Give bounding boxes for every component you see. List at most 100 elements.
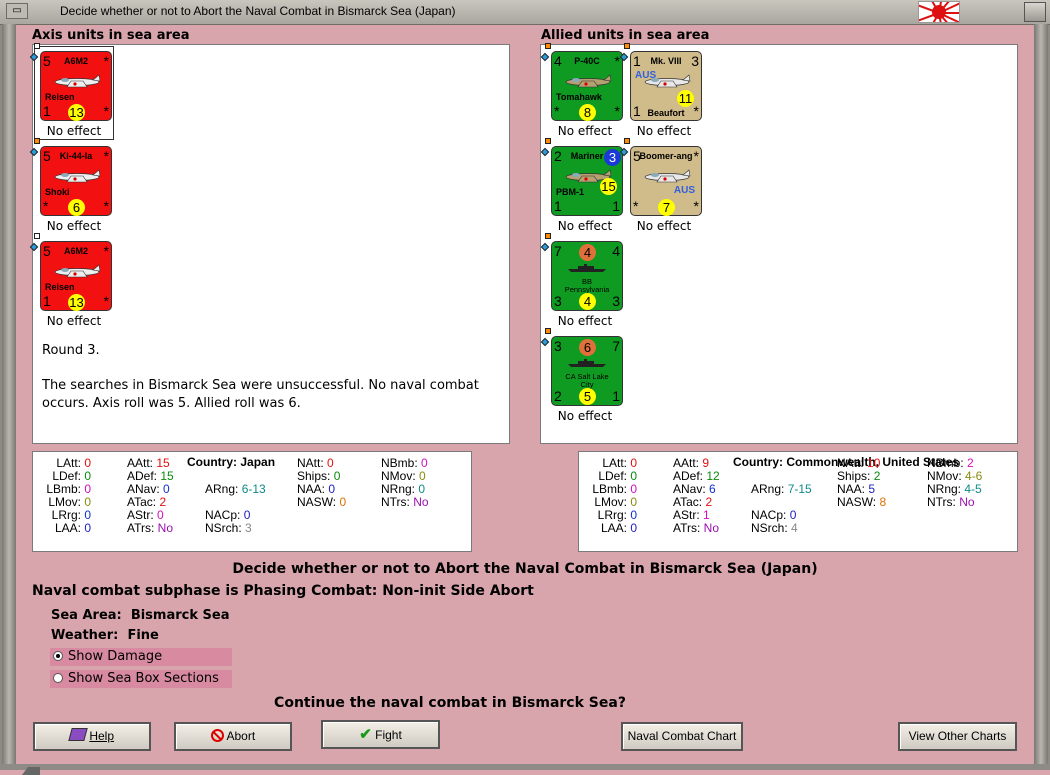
help-button[interactable]: Help	[33, 722, 151, 751]
unit-bottom-left-value: 3	[554, 293, 562, 309]
stat-value: 5	[868, 482, 876, 496]
view-other-charts-button[interactable]: View Other Charts	[898, 722, 1017, 751]
unit-bottom-left-value: 1	[43, 103, 51, 119]
stat-label: NMov:	[381, 469, 416, 483]
unit-bottom-right-value: *	[103, 103, 109, 119]
stat-label: LRrg:	[51, 508, 81, 522]
stat-item: AAtt: 9	[673, 456, 709, 470]
diamond-indicator-icon	[540, 242, 550, 252]
unit-counter[interactable]: 4 * * * P-40C Tomahawk 8 No effect	[540, 43, 625, 138]
unit-counter[interactable]: 7 4 3 3 BB Pennsylvania 4 4 No effect	[540, 233, 625, 328]
unit-bottom-left-value: *	[633, 198, 639, 214]
weather-value: Fine	[127, 628, 159, 643]
stat-item: ATrs: No	[127, 521, 173, 535]
stat-value: 0	[789, 508, 797, 522]
window-control-icon[interactable]	[1024, 2, 1046, 22]
unit-name: P-40C	[574, 56, 600, 66]
stat-item: NAA: 5	[837, 482, 875, 496]
unit-counter[interactable]: 3 7 2 1 CA Salt Lake City 5 6 No effect	[540, 328, 625, 423]
stat-label: NACp:	[205, 508, 241, 522]
show-sea-box-radio[interactable]: Show Sea Box Sections	[50, 670, 232, 688]
stat-value: 2	[873, 469, 881, 483]
show-damage-label: Show Damage	[68, 649, 163, 664]
weather-label: Weather:	[51, 628, 119, 643]
naval-combat-chart-button[interactable]: Naval Combat Chart	[621, 722, 743, 751]
stat-value: 8	[879, 495, 887, 509]
stat-item: ADef: 12	[673, 469, 720, 483]
unit-counter[interactable]: 5 * 1 * A6M2 Reisen 13 No effect	[29, 43, 114, 140]
resize-grip-icon[interactable]	[22, 757, 40, 775]
stat-value: 9	[702, 456, 710, 470]
unit-counter[interactable]: 5 * 1 * A6M2 Reisen 13 No effect	[29, 233, 114, 328]
stat-value: 15	[156, 456, 170, 470]
stat-item: ANav: 0	[127, 482, 170, 496]
unit-chip[interactable]: 5 * * * Boomer-ang AUS 7	[630, 146, 702, 216]
stat-value: No	[703, 521, 720, 535]
stat-value: 0	[421, 456, 428, 470]
unit-counter[interactable]: 5 * * * Ki-44-Ia Shoki 6 No effect	[29, 138, 114, 233]
abort-button[interactable]: Abort	[174, 722, 292, 751]
unit-subname: Tomahawk	[556, 92, 602, 102]
nationality-tag: AUS	[673, 185, 695, 196]
stat-item: ATac: 2	[673, 495, 712, 509]
naval-chart-label: Naval Combat Chart	[627, 729, 737, 743]
stat-item: ATac: 2	[127, 495, 166, 509]
unit-chip[interactable]: 5 * * * Ki-44-Ia Shoki 6	[40, 146, 112, 216]
unit-chip[interactable]: 4 * * * P-40C Tomahawk 8	[551, 51, 623, 121]
stat-item: ATrs: No	[673, 521, 719, 535]
attack-circle: 4	[579, 244, 596, 261]
unit-chip[interactable]: 1 3 1 * Mk. VIII Beaufort AUS 11	[630, 51, 702, 121]
window-title: Decide whether or not to Abort the Naval…	[60, 4, 456, 18]
stat-value: 0	[419, 469, 426, 483]
radio-selected-icon[interactable]	[53, 651, 63, 661]
stat-item: AAtt: 15	[127, 456, 170, 470]
stat-item: NAtt: 0	[297, 456, 334, 470]
right-rail	[1034, 24, 1048, 764]
allied-heading: Allied units in sea area	[541, 28, 710, 43]
stat-item: NAA: 0	[297, 482, 335, 496]
sea-area-value: Bismarck Sea	[130, 608, 230, 623]
stat-item: NACp: 0	[205, 508, 250, 522]
stat-label: AStr:	[673, 508, 700, 522]
strength-circle: 15	[600, 178, 617, 195]
stat-label: NTrs:	[381, 495, 410, 509]
stat-item: AStr: 1	[673, 508, 710, 522]
unit-subname: Reisen	[45, 282, 75, 292]
stat-value: 2	[967, 456, 974, 470]
unit-chip[interactable]: 5 * 1 * A6M2 Reisen 13	[40, 51, 112, 121]
stat-item: ADef: 15	[127, 469, 174, 483]
search-result-text: The searches in Bismarck Sea were unsucc…	[42, 378, 479, 411]
stat-value: 0	[630, 456, 638, 470]
unit-chip[interactable]: 2311MarinerPBM-1153	[551, 146, 623, 216]
radio-unselected-icon[interactable]	[53, 673, 63, 683]
unit-chip[interactable]: 3 7 2 1 CA Salt Lake City 5 6	[551, 336, 623, 406]
allied-units-panel: 4 * * * P-40C Tomahawk 8 No effect 1 3 1 * Mk. VIII B…	[540, 43, 1018, 444]
stat-item: LRrg: 0	[37, 508, 91, 522]
attack-circle: 6	[579, 339, 596, 356]
unit-subname: Beaufort	[647, 108, 685, 118]
show-damage-radio[interactable]: Show Damage	[50, 648, 232, 666]
system-menu-icon[interactable]: ▭	[6, 3, 28, 19]
left-rail	[2, 24, 16, 764]
unit-bottom-left-value: *	[554, 103, 560, 119]
stat-item: LRrg: 0	[583, 508, 637, 522]
stat-label: LMov:	[48, 495, 81, 509]
show-sea-box-label: Show Sea Box Sections	[68, 671, 219, 686]
fight-button[interactable]: ✔ Fight	[321, 720, 440, 749]
stat-item: NASW: 8	[837, 495, 886, 509]
stat-item: NTrs: No	[381, 495, 429, 509]
unit-counter[interactable]: 2311MarinerPBM-1153No effect	[540, 138, 625, 233]
unit-bottom-left-value: *	[43, 198, 49, 214]
unit-counter[interactable]: 5 * * * Boomer-ang AUS 7 No effect	[619, 138, 704, 233]
stat-value: 2	[705, 495, 713, 509]
stat-value: 0	[84, 469, 92, 483]
unit-chip[interactable]: 7 4 3 3 BB Pennsylvania 4 4	[551, 241, 623, 311]
unit-effect: No effect	[636, 124, 692, 138]
stat-value: 0	[630, 482, 638, 496]
diamond-indicator-icon	[29, 242, 39, 252]
unit-counter[interactable]: 1 3 1 * Mk. VIII Beaufort AUS 11 No effect	[619, 43, 704, 138]
country-label: Country:	[187, 455, 237, 469]
unit-chip[interactable]: 5 * 1 * A6M2 Reisen 13	[40, 241, 112, 311]
unit-bottom-left-value: 2	[554, 388, 562, 404]
unit-top-right-value: 7	[612, 338, 620, 354]
